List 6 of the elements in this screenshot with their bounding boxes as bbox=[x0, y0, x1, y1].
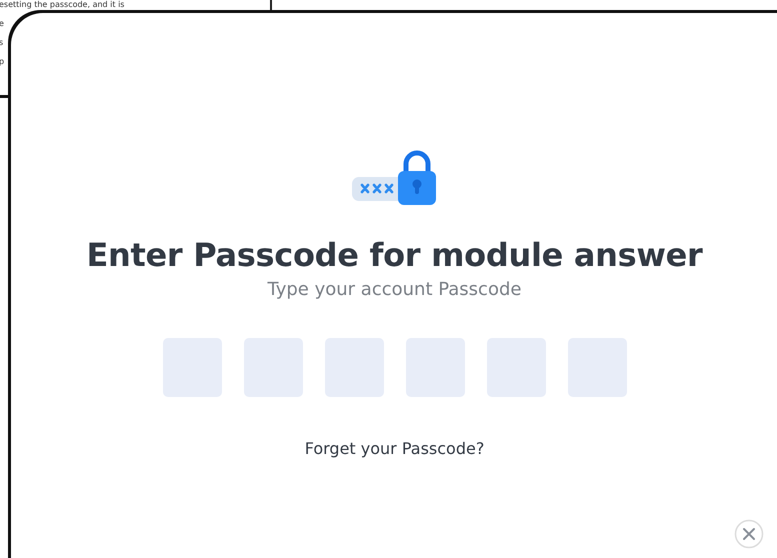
background-text: p bbox=[0, 56, 4, 68]
close-icon[interactable] bbox=[734, 519, 764, 549]
forgot-passcode-link[interactable]: Forget your Passcode? bbox=[304, 439, 484, 458]
dialog-subtitle: Type your account Passcode bbox=[268, 279, 522, 300]
dialog-title: Enter Passcode for module answer bbox=[86, 235, 703, 275]
lock-icon bbox=[352, 149, 438, 207]
